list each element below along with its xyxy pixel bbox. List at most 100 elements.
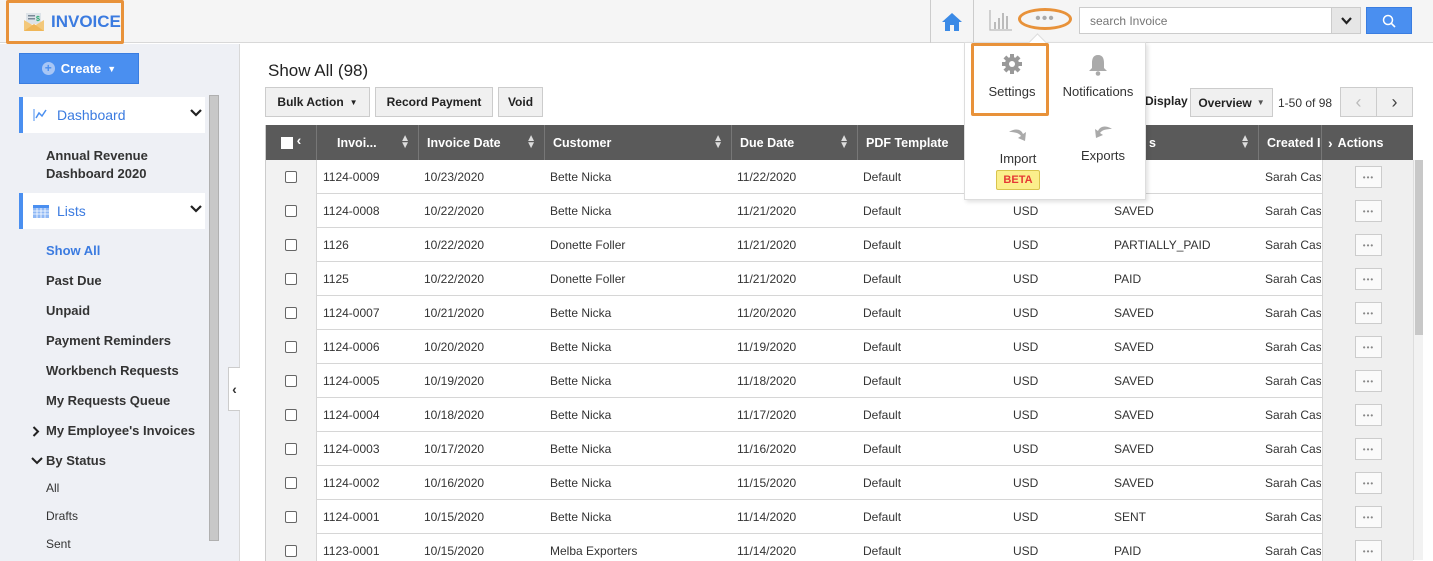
table-row[interactable]: 1124-0002 10/16/2020 Bette Nicka 11/15/2020…: [266, 466, 1413, 500]
search-filter-dropdown[interactable]: [1331, 8, 1360, 33]
row-actions-button[interactable]: •••: [1355, 234, 1382, 256]
sidebar-item-annual-revenue-dashboard[interactable]: Annual Revenue Dashboard 2020: [46, 147, 148, 183]
table-row[interactable]: 1126 10/22/2020 Donette Foller 11/21/2020 De…: [266, 228, 1413, 262]
chart-icon[interactable]: [988, 8, 1014, 32]
sidebar-item-by-status[interactable]: By Status: [46, 453, 106, 468]
table-row[interactable]: 1125 10/22/2020 Donette Foller 11/21/2020 De…: [266, 262, 1413, 296]
table-scrollbar[interactable]: [1413, 160, 1423, 560]
row-actions-button[interactable]: •••: [1355, 472, 1382, 494]
row-checkbox[interactable]: [285, 409, 297, 421]
row-select-cell: [266, 432, 317, 466]
table-row[interactable]: 1124-0005 10/19/2020 Bette Nicka 11/18/2020…: [266, 364, 1413, 398]
search-input[interactable]: [1080, 8, 1330, 33]
row-checkbox[interactable]: [285, 511, 297, 523]
menu-item-notifications[interactable]: Notifications: [1059, 53, 1137, 99]
table-row[interactable]: 1124-0008 10/22/2020 Bette Nicka 11/21/2020…: [266, 194, 1413, 228]
row-actions-button[interactable]: •••: [1355, 506, 1382, 528]
sidebar-item-my-requests-queue[interactable]: My Requests Queue: [46, 393, 170, 408]
dashboard-label: Dashboard: [57, 107, 126, 123]
sidebar-item-unpaid[interactable]: Unpaid: [46, 303, 90, 318]
row-checkbox[interactable]: [285, 443, 297, 455]
sidebar-section-dashboard[interactable]: Dashboard: [19, 97, 205, 133]
row-actions-button[interactable]: •••: [1355, 336, 1382, 358]
cell-currency: USD: [1013, 408, 1039, 422]
row-checkbox[interactable]: [285, 171, 297, 183]
bulk-action-button[interactable]: Bulk Action ▼: [265, 87, 370, 117]
scroll-columns-right-icon[interactable]: ›: [1328, 135, 1333, 151]
column-header-due-date[interactable]: Due Date ▲ ▼: [732, 125, 858, 160]
actions-cell: •••: [1322, 194, 1413, 228]
table-row[interactable]: 1124-0009 10/23/2020 Bette Nicka 11/22/2020…: [266, 160, 1413, 194]
search-box: [1079, 7, 1361, 34]
column-header-actions[interactable]: › Actions: [1322, 125, 1413, 160]
void-button[interactable]: Void: [498, 87, 543, 117]
cell-invoice-date: 10/22/2020: [424, 204, 485, 218]
sidebar-section-lists[interactable]: Lists: [19, 193, 205, 229]
sidebar-item-workbench-requests[interactable]: Workbench Requests: [46, 363, 179, 378]
table-row[interactable]: 1123-0001 10/15/2020 Melba Exporters 11/14/…: [266, 534, 1413, 561]
more-menu-button[interactable]: •••: [1018, 8, 1072, 30]
row-actions-button[interactable]: •••: [1355, 268, 1382, 290]
table-row[interactable]: 1124-0006 10/20/2020 Bette Nicka 11/19/2020…: [266, 330, 1413, 364]
app-brand[interactable]: $ INVOICE: [6, 0, 124, 44]
table-row[interactable]: 1124-0003 10/17/2020 Bette Nicka 11/16/2020…: [266, 432, 1413, 466]
svg-text:$: $: [36, 16, 40, 23]
menu-item-exports[interactable]: Exports: [1064, 123, 1142, 163]
row-checkbox[interactable]: [285, 341, 297, 353]
row-actions-button[interactable]: •••: [1355, 540, 1382, 561]
row-actions-button[interactable]: •••: [1355, 438, 1382, 460]
next-page-button[interactable]: ›: [1376, 87, 1413, 117]
sidebar-item-status-drafts[interactable]: Drafts: [46, 509, 78, 523]
table-row[interactable]: 1124-0001 10/15/2020 Bette Nicka 11/14/2020…: [266, 500, 1413, 534]
column-header-created-by[interactable]: Created I: [1259, 125, 1322, 160]
sidebar-item-past-due[interactable]: Past Due: [46, 273, 102, 288]
home-button[interactable]: [930, 0, 974, 43]
create-button[interactable]: + Create ▼: [19, 53, 139, 84]
column-header-customer[interactable]: Customer ▲ ▼: [545, 125, 732, 160]
collapse-sidebar-button[interactable]: ‹: [228, 367, 240, 411]
menu-item-import[interactable]: Import BETA: [979, 126, 1057, 190]
menu-item-settings[interactable]: Settings: [973, 53, 1051, 99]
row-checkbox[interactable]: [285, 545, 297, 557]
table-row[interactable]: 1124-0004 10/18/2020 Bette Nicka 11/17/2020…: [266, 398, 1413, 432]
row-actions-button[interactable]: •••: [1355, 370, 1382, 392]
cell-created-by: Sarah Cas: [1265, 306, 1321, 320]
row-checkbox[interactable]: [285, 307, 297, 319]
cell-created-by: Sarah Cas: [1265, 340, 1321, 354]
prev-page-button[interactable]: ‹: [1340, 87, 1377, 117]
chevron-right-icon[interactable]: [32, 426, 40, 437]
row-checkbox[interactable]: [285, 205, 297, 217]
sidebar-item-show-all[interactable]: Show All: [46, 243, 100, 258]
scroll-columns-left-icon[interactable]: ‹: [297, 132, 302, 148]
row-actions-button[interactable]: •••: [1355, 166, 1382, 188]
select-all-checkbox[interactable]: [280, 136, 293, 149]
row-actions-button[interactable]: •••: [1355, 302, 1382, 324]
row-checkbox[interactable]: [285, 273, 297, 285]
search-button[interactable]: [1366, 7, 1412, 34]
row-checkbox[interactable]: [285, 375, 297, 387]
sidebar-item-my-employees-invoices[interactable]: My Employee's Invoices: [46, 423, 195, 438]
record-payment-button[interactable]: Record Payment: [375, 87, 493, 117]
chevron-down-icon[interactable]: [31, 457, 43, 465]
row-actions-button[interactable]: •••: [1355, 200, 1382, 222]
table-row[interactable]: 1124-0007 10/21/2020 Bette Nicka 11/20/2020…: [266, 296, 1413, 330]
row-select-cell: [266, 398, 317, 432]
calendar-grid-icon: [33, 204, 49, 218]
chevron-down-icon[interactable]: [190, 108, 202, 118]
cell-currency: USD: [1013, 374, 1039, 388]
row-checkbox[interactable]: [285, 239, 297, 251]
column-header-invoice-date[interactable]: Invoice Date ▲ ▼: [419, 125, 545, 160]
sidebar-item-status-all[interactable]: All: [46, 481, 59, 495]
chevron-down-icon[interactable]: [190, 204, 202, 214]
display-dropdown[interactable]: Overview ▼: [1190, 88, 1273, 117]
row-checkbox[interactable]: [285, 477, 297, 489]
row-actions-button[interactable]: •••: [1355, 404, 1382, 426]
cell-due-date: 11/17/2020: [737, 408, 797, 422]
sidebar-item-status-sent[interactable]: Sent: [46, 537, 71, 551]
column-header-invoice[interactable]: Invoi... ▲ ▼: [317, 125, 419, 160]
sidebar-item-payment-reminders[interactable]: Payment Reminders: [46, 333, 171, 348]
row-select-cell: [266, 466, 317, 500]
scrollbar-thumb[interactable]: [1415, 160, 1423, 335]
sidebar-scrollbar[interactable]: [209, 95, 219, 541]
cell-due-date: 11/14/2020: [737, 544, 797, 558]
